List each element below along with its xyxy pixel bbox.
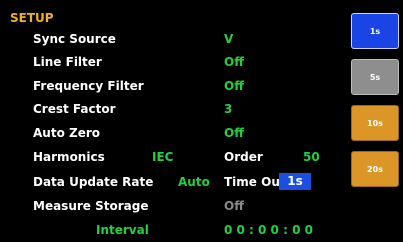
auto-zero-value[interactable]: Off — [224, 126, 244, 140]
harmonics-order-label: Order — [224, 150, 263, 164]
auto-zero-label: Auto Zero — [33, 126, 100, 140]
interval-label: Interval — [96, 223, 149, 237]
measure-storage-label: Measure Storage — [33, 199, 149, 213]
sync-source-value[interactable]: V — [224, 32, 233, 46]
line-filter-value[interactable]: Off — [224, 55, 244, 69]
softkey-sidebar: 1s 5s 10s 20s — [335, 0, 403, 242]
crest-factor-value[interactable]: 3 — [224, 102, 232, 116]
softkey-10s-button[interactable]: 10s — [351, 105, 399, 141]
interval-value[interactable]: 0 0 : 0 0 : 0 0 — [224, 223, 313, 237]
setup-panel: SETUP Sync Source V Line Filter Off Freq… — [0, 0, 335, 242]
frequency-filter-value[interactable]: Off — [224, 79, 244, 93]
harmonics-label: Harmonics — [33, 150, 105, 164]
frequency-filter-label: Frequency Filter — [33, 79, 144, 93]
data-update-rate-label: Data Update Rate — [33, 175, 154, 189]
line-filter-label: Line Filter — [33, 55, 102, 69]
sync-source-label: Sync Source — [33, 32, 116, 46]
harmonics-value[interactable]: IEC — [152, 150, 173, 164]
page-title: SETUP — [10, 11, 54, 25]
measure-storage-value[interactable]: Off — [224, 199, 244, 213]
harmonics-order-value[interactable]: 50 — [303, 150, 320, 164]
data-update-rate-value[interactable]: Auto — [178, 175, 210, 189]
softkey-5s-button[interactable]: 5s — [351, 59, 399, 95]
time-out-value[interactable]: 1s — [279, 173, 311, 190]
crest-factor-label: Crest Factor — [33, 102, 116, 116]
time-out-label: Time Out — [224, 175, 286, 189]
softkey-1s-button[interactable]: 1s — [351, 13, 399, 49]
softkey-20s-button[interactable]: 20s — [351, 151, 399, 187]
